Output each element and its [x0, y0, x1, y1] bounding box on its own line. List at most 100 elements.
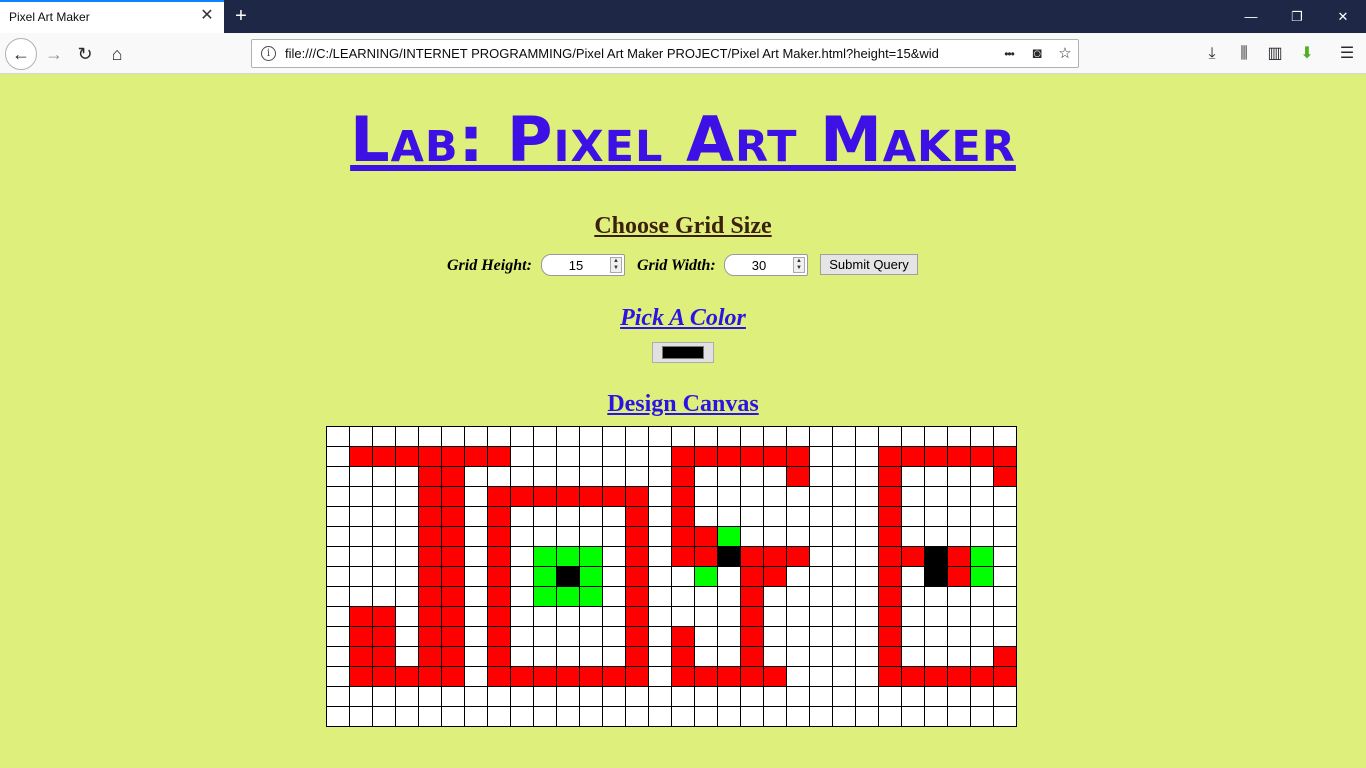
canvas-cell[interactable]	[372, 706, 396, 727]
canvas-cell[interactable]	[648, 586, 672, 607]
canvas-cell[interactable]	[740, 526, 764, 547]
canvas-cell[interactable]	[901, 706, 925, 727]
canvas-cell[interactable]	[510, 446, 534, 467]
canvas-cell[interactable]	[625, 486, 649, 507]
canvas-cell[interactable]	[349, 706, 373, 727]
canvas-cell[interactable]	[901, 626, 925, 647]
canvas-cell[interactable]	[510, 426, 534, 447]
canvas-cell[interactable]	[395, 506, 419, 527]
canvas-cell[interactable]	[717, 526, 741, 547]
canvas-cell[interactable]	[901, 666, 925, 687]
canvas-cell[interactable]	[809, 566, 833, 587]
canvas-cell[interactable]	[671, 466, 695, 487]
canvas-cell[interactable]	[602, 686, 626, 707]
canvas-cell[interactable]	[694, 446, 718, 467]
canvas-cell[interactable]	[326, 686, 350, 707]
canvas-cell[interactable]	[648, 526, 672, 547]
canvas-cell[interactable]	[418, 586, 442, 607]
canvas-cell[interactable]	[740, 466, 764, 487]
canvas-cell[interactable]	[418, 426, 442, 447]
canvas-cell[interactable]	[947, 486, 971, 507]
canvas-cell[interactable]	[395, 566, 419, 587]
canvas-cell[interactable]	[326, 706, 350, 727]
canvas-cell[interactable]	[510, 546, 534, 567]
canvas-cell[interactable]	[763, 626, 787, 647]
canvas-cell[interactable]	[648, 466, 672, 487]
canvas-cell[interactable]	[556, 506, 580, 527]
canvas-cell[interactable]	[993, 626, 1017, 647]
canvas-cell[interactable]	[786, 606, 810, 627]
canvas-cell[interactable]	[993, 486, 1017, 507]
canvas-cell[interactable]	[395, 486, 419, 507]
forward-icon[interactable]: →	[40, 40, 68, 68]
canvas-cell[interactable]	[878, 546, 902, 567]
canvas-cell[interactable]	[809, 466, 833, 487]
canvas-cell[interactable]	[993, 546, 1017, 567]
canvas-cell[interactable]	[441, 526, 465, 547]
canvas-cell[interactable]	[832, 686, 856, 707]
canvas-cell[interactable]	[372, 566, 396, 587]
canvas-cell[interactable]	[671, 426, 695, 447]
library-icon[interactable]: ⫼	[1232, 42, 1256, 66]
canvas-cell[interactable]	[671, 666, 695, 687]
canvas-cell[interactable]	[924, 486, 948, 507]
canvas-cell[interactable]	[441, 466, 465, 487]
canvas-cell[interactable]	[487, 666, 511, 687]
canvas-cell[interactable]	[395, 586, 419, 607]
canvas-cell[interactable]	[855, 426, 879, 447]
canvas-cell[interactable]	[924, 526, 948, 547]
canvas-cell[interactable]	[901, 446, 925, 467]
canvas-cell[interactable]	[625, 686, 649, 707]
canvas-cell[interactable]	[556, 706, 580, 727]
canvas-cell[interactable]	[947, 686, 971, 707]
canvas-cell[interactable]	[947, 586, 971, 607]
canvas-cell[interactable]	[326, 626, 350, 647]
canvas-cell[interactable]	[970, 546, 994, 567]
canvas-cell[interactable]	[510, 586, 534, 607]
canvas-cell[interactable]	[579, 666, 603, 687]
canvas-cell[interactable]	[924, 566, 948, 587]
canvas-cell[interactable]	[694, 606, 718, 627]
canvas-cell[interactable]	[418, 666, 442, 687]
height-stepper[interactable]: ▲ ▼	[610, 257, 622, 273]
canvas-cell[interactable]	[372, 666, 396, 687]
canvas-cell[interactable]	[464, 486, 488, 507]
canvas-cell[interactable]	[349, 466, 373, 487]
canvas-cell[interactable]	[740, 606, 764, 627]
canvas-cell[interactable]	[464, 706, 488, 727]
canvas-cell[interactable]	[832, 666, 856, 687]
canvas-cell[interactable]	[464, 666, 488, 687]
canvas-cell[interactable]	[694, 706, 718, 727]
canvas-cell[interactable]	[441, 426, 465, 447]
canvas-cell[interactable]	[602, 526, 626, 547]
canvas-cell[interactable]	[326, 526, 350, 547]
canvas-cell[interactable]	[556, 486, 580, 507]
canvas-cell[interactable]	[533, 666, 557, 687]
canvas-cell[interactable]	[579, 466, 603, 487]
canvas-cell[interactable]	[924, 626, 948, 647]
canvas-cell[interactable]	[763, 706, 787, 727]
canvas-cell[interactable]	[717, 626, 741, 647]
canvas-cell[interactable]	[993, 566, 1017, 587]
canvas-cell[interactable]	[694, 586, 718, 607]
canvas-cell[interactable]	[855, 626, 879, 647]
home-icon[interactable]: ⌂	[103, 40, 131, 68]
canvas-cell[interactable]	[326, 586, 350, 607]
canvas-cell[interactable]	[648, 646, 672, 667]
canvas-cell[interactable]	[441, 706, 465, 727]
canvas-cell[interactable]	[372, 506, 396, 527]
canvas-cell[interactable]	[372, 426, 396, 447]
canvas-cell[interactable]	[372, 646, 396, 667]
canvas-cell[interactable]	[786, 706, 810, 727]
canvas-cell[interactable]	[763, 546, 787, 567]
canvas-cell[interactable]	[947, 446, 971, 467]
canvas-cell[interactable]	[464, 526, 488, 547]
url-text[interactable]: file:///C:/LEARNING/INTERNET PROGRAMMING…	[285, 46, 985, 61]
canvas-cell[interactable]	[832, 646, 856, 667]
canvas-cell[interactable]	[326, 466, 350, 487]
canvas-cell[interactable]	[717, 586, 741, 607]
canvas-cell[interactable]	[395, 546, 419, 567]
canvas-cell[interactable]	[924, 666, 948, 687]
canvas-cell[interactable]	[602, 426, 626, 447]
back-icon[interactable]: ←	[5, 38, 37, 70]
